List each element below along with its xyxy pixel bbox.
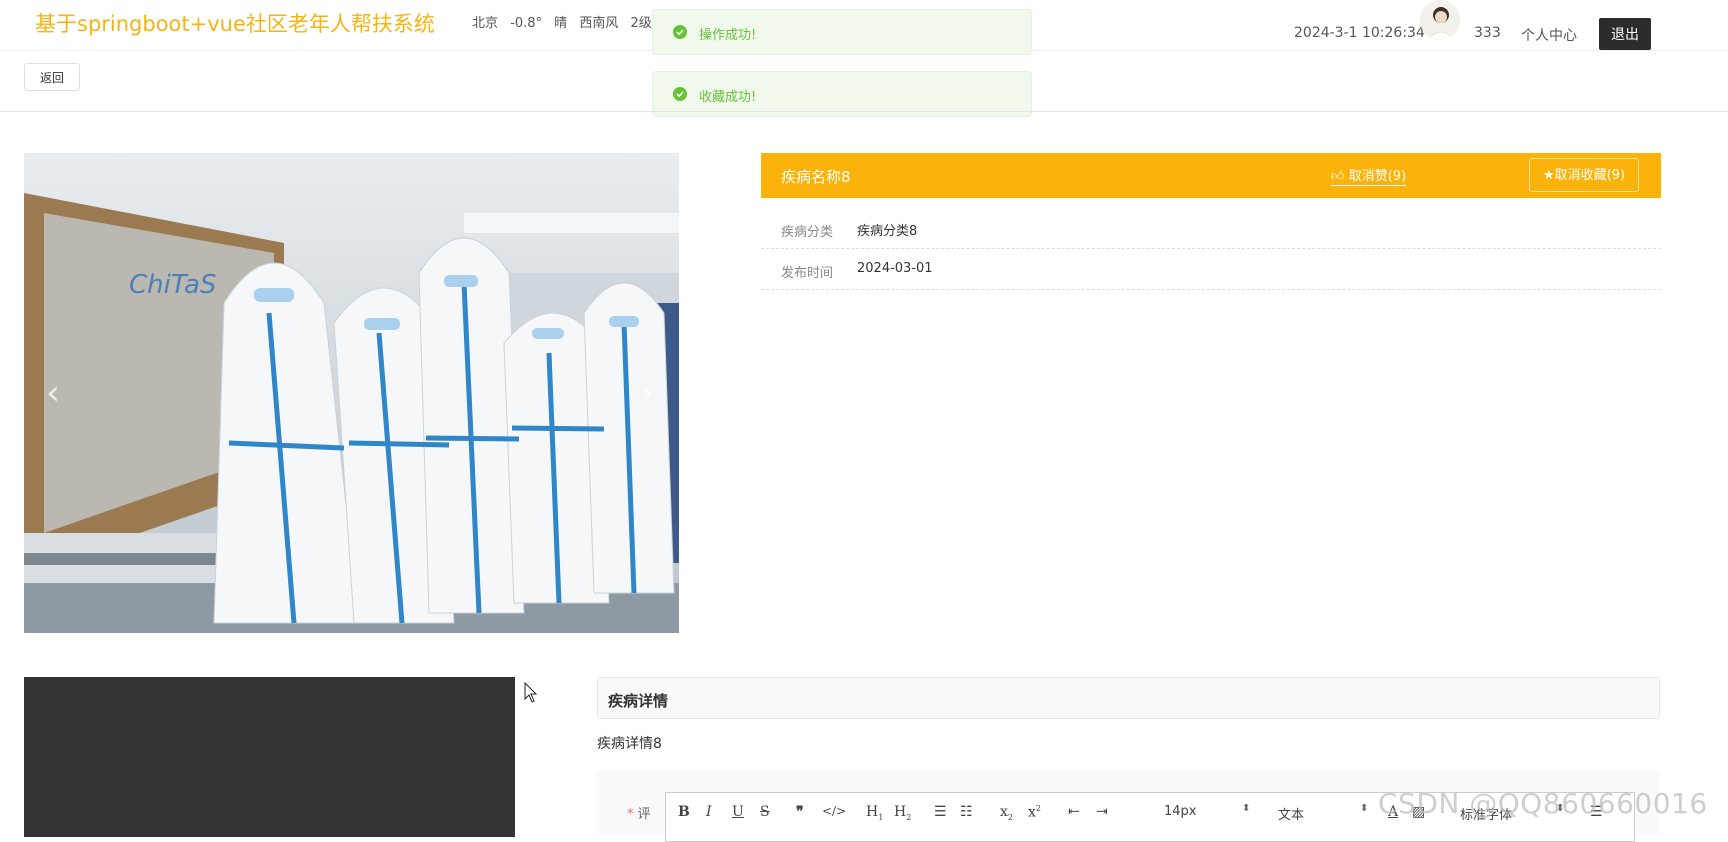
star-icon: ★ [1542, 168, 1555, 183]
bullet-list-icon[interactable]: ☷ [960, 804, 973, 820]
header-divider [0, 111, 1728, 112]
subscript-icon[interactable]: x2 [1000, 804, 1013, 822]
detail-title-bar: 疾病名称8 👍︎ 取消赞(9) ★取消收藏(9) [761, 153, 1661, 198]
blockquote-icon[interactable]: ❞ [796, 804, 804, 820]
user-avatar[interactable] [1420, 0, 1460, 40]
field-value: 2024-03-01 [857, 261, 933, 276]
comment-label: * 评 [627, 807, 651, 822]
user-center-link[interactable]: 个人中心 [1521, 25, 1577, 45]
field-label: 疾病分类 [781, 225, 834, 240]
toast-message: 收藏成功! [699, 90, 757, 105]
weather-wind-level: 2级 [630, 16, 652, 31]
ordered-list-icon[interactable]: ☰ [934, 804, 947, 820]
logout-button[interactable]: 退出 [1599, 18, 1651, 50]
weather-wind-direction: 西南风 [579, 16, 619, 31]
unlike-label: 取消赞(9) [1348, 169, 1407, 184]
side-panel [24, 677, 515, 837]
site-title: 基于springboot+vue社区老年人帮扶系统 [35, 12, 435, 36]
section-title: 疾病详情 [608, 692, 669, 710]
svg-text:ChiTaS: ChiTaS [129, 270, 216, 300]
font-size-select[interactable]: 14px ⬍ [1164, 803, 1250, 819]
mouse-cursor-icon [524, 682, 538, 703]
unfavorite-label: 取消收藏(9) [1554, 168, 1626, 183]
info-row-category: 疾病分类 疾病分类8 [761, 208, 1661, 249]
weather-temperature: -0.8° [510, 16, 543, 31]
image-carousel[interactable]: ChiTaS ‹ › [24, 153, 679, 633]
heading2-icon[interactable]: H2 [894, 804, 911, 822]
heading1-icon[interactable]: H1 [866, 804, 883, 822]
field-label: 发布时间 [781, 266, 834, 281]
item-title: 疾病名称8 [781, 168, 851, 186]
success-toast: 操作成功! [652, 9, 1032, 55]
italic-icon[interactable]: I [706, 804, 712, 820]
outdent-icon[interactable]: ⇤ [1068, 804, 1080, 820]
underline-icon[interactable]: U [732, 804, 744, 820]
field-value: 疾病分类8 [857, 224, 918, 239]
weather-widget: 北京 -0.8° 晴 西南风 2级 [472, 12, 660, 31]
back-button[interactable]: 返回 [24, 63, 80, 91]
info-row-publish-time: 发布时间 2024-03-01 [761, 249, 1661, 290]
watermark: CSDN @QQ860660016 [1378, 787, 1708, 820]
check-circle-icon [673, 25, 687, 39]
section-content: 疾病详情8 [597, 736, 662, 752]
bold-icon[interactable]: B [678, 804, 690, 820]
superscript-icon[interactable]: x2 [1028, 804, 1041, 821]
section-header: 疾病详情 [597, 677, 1660, 719]
weather-city: 北京 [472, 16, 499, 31]
carousel-next-icon[interactable]: › [632, 373, 662, 413]
disease-photo: ChiTaS [24, 153, 679, 633]
thumb-up-icon: 👍︎ [1331, 169, 1345, 184]
current-datetime: 2024-3-1 10:26:34 [1294, 25, 1425, 41]
code-block-icon[interactable]: </> [822, 804, 846, 818]
weather-condition: 晴 [554, 16, 568, 31]
unfavorite-button[interactable]: ★取消收藏(9) [1529, 158, 1639, 192]
heading-select[interactable]: 文本 ⬍ [1278, 803, 1368, 823]
strikethrough-icon[interactable]: S [760, 804, 770, 820]
indent-icon[interactable]: ⇥ [1096, 804, 1108, 820]
toast-message: 操作成功! [699, 28, 757, 43]
carousel-prev-icon[interactable]: ‹ [38, 373, 68, 413]
check-circle-icon [673, 87, 687, 101]
unlike-button[interactable]: 👍︎ 取消赞(9) [1331, 165, 1407, 186]
username: 333 [1474, 25, 1501, 41]
